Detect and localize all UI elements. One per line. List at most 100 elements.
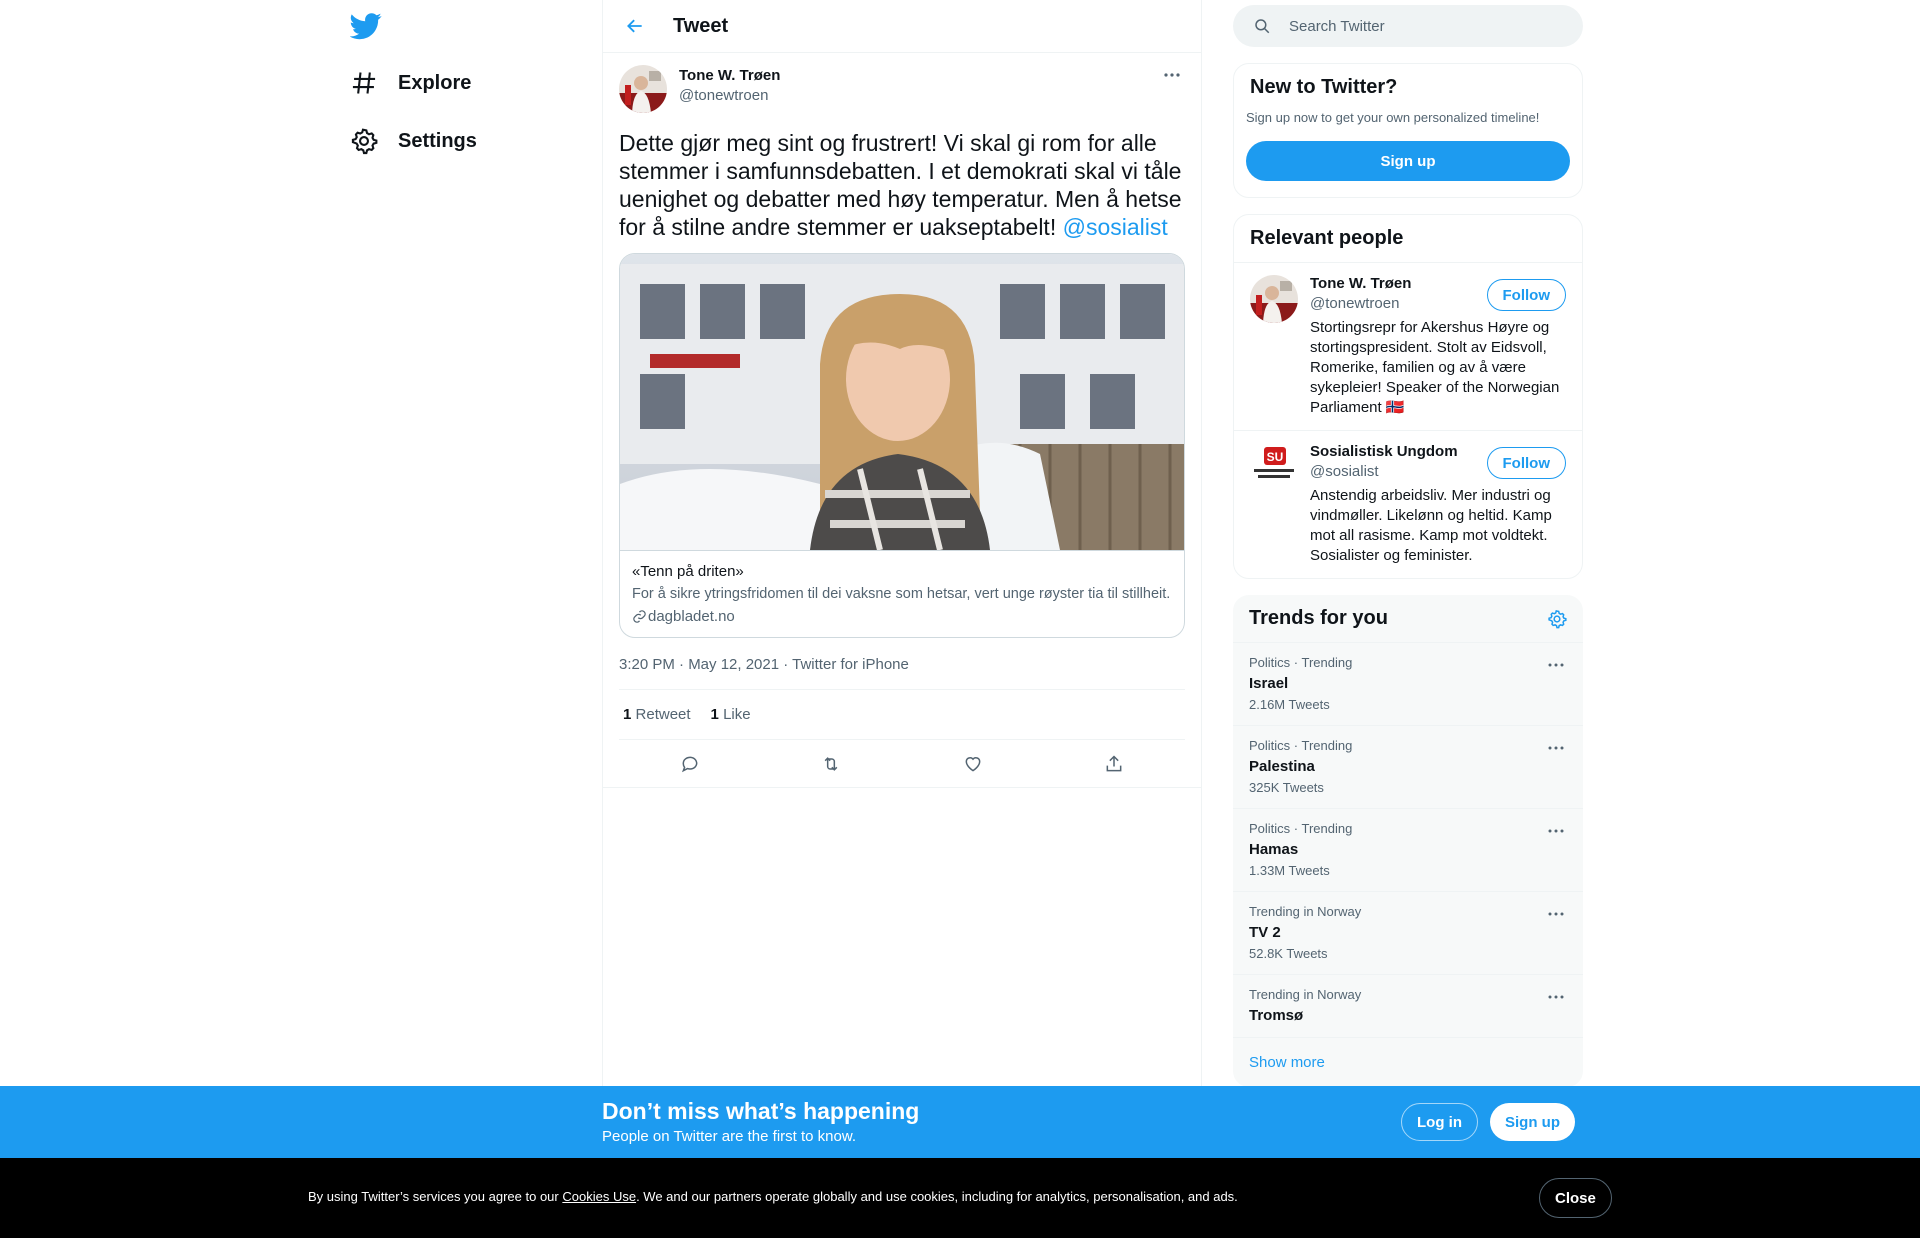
back-button[interactable] (617, 8, 653, 44)
banner-title: Don’t miss what’s happening (602, 1098, 920, 1124)
link-icon (633, 610, 646, 623)
share-icon (1106, 754, 1122, 771)
follow-button[interactable]: Follow (1486, 279, 1566, 311)
trend-context: Politics · Trending (1249, 738, 1353, 753)
right-sidebar: New to Twitter? Sign up now to get your … (1233, 0, 1583, 1087)
nav-settings-label: Settings (398, 129, 477, 152)
trends-panel: Trends for you Politics · Trending Israe… (1233, 595, 1583, 1087)
arrow-left-icon (627, 19, 642, 33)
new-to-twitter-title: New to Twitter? (1250, 76, 1398, 98)
cookie-prefix: By using Twitter’s services you agree to… (308, 1189, 563, 1204)
search-input[interactable] (1289, 17, 1549, 35)
tweet-more-button[interactable] (1159, 65, 1185, 85)
tweet-author: Tone W. Trøen @tonewtroen (619, 65, 1185, 113)
show-more-link[interactable]: Show more (1233, 1038, 1583, 1087)
retweet-button[interactable] (813, 746, 849, 782)
login-button[interactable]: Log in (1401, 1103, 1478, 1141)
trend-context: Politics · Trending (1249, 821, 1353, 836)
trend-more-button[interactable] (1545, 655, 1567, 675)
gear-icon[interactable] (1547, 609, 1567, 629)
cookie-banner: By using Twitter’s services you agree to… (0, 1158, 1920, 1238)
trend-item[interactable]: Politics · Trending Hamas 1.33M Tweets (1233, 809, 1583, 892)
likes-stat[interactable]: 1 Like (711, 706, 751, 723)
cookies-use-link[interactable]: Cookies Use (562, 1189, 636, 1204)
gear-icon (351, 128, 378, 155)
trend-more-button[interactable] (1545, 738, 1567, 758)
retweet-icon (824, 756, 838, 771)
follow-button[interactable]: Follow (1486, 447, 1566, 479)
trend-item[interactable]: Trending in Norway Tromsø (1233, 975, 1583, 1038)
retweet-count: 1 (623, 706, 632, 723)
trend-name: Hamas (1249, 841, 1299, 858)
nav-settings[interactable]: Settings (342, 116, 485, 166)
more-dots-icon (1548, 995, 1564, 999)
more-dots-icon (1164, 73, 1180, 77)
trend-more-button[interactable] (1545, 987, 1567, 1007)
card-title: «Tenn på driten» (632, 563, 744, 580)
cookie-text: By using Twitter’s services you agree to… (308, 1189, 1238, 1204)
trend-name: Tromsø (1249, 1007, 1304, 1024)
signup-button[interactable]: Sign up (1490, 1103, 1575, 1141)
more-dots-icon (1548, 746, 1564, 750)
card-description: For å sikre ytringsfridomen til dei vaks… (632, 586, 1171, 602)
author-handle[interactable]: @tonewtroen (679, 87, 780, 104)
reply-button[interactable] (672, 746, 708, 782)
trend-count: 52.8K Tweets (1249, 946, 1328, 961)
tweet-timestamp[interactable]: 3:20 PM · May 12, 2021 · Twitter for iPh… (619, 656, 1185, 690)
nav-explore[interactable]: Explore (342, 58, 479, 108)
link-card[interactable]: «Tenn på driten» For å sikre ytringsfrid… (619, 253, 1185, 638)
nav-explore-label: Explore (398, 71, 472, 94)
retweets-stat[interactable]: 1 Retweet (623, 706, 691, 723)
trend-more-button[interactable] (1545, 821, 1567, 841)
mention-link[interactable]: @sosialist (1063, 214, 1168, 240)
like-button[interactable] (955, 746, 991, 782)
new-to-twitter-panel: New to Twitter? Sign up now to get your … (1233, 63, 1583, 198)
person-bio: Stortingsrepr for Akershus Høyre og stor… (1310, 319, 1560, 416)
trend-context: Politics · Trending (1249, 655, 1353, 670)
author-avatar[interactable] (619, 65, 667, 113)
tweet-header: Tweet (603, 0, 1201, 53)
cookie-close-button[interactable]: Close (1539, 1178, 1612, 1218)
sidebar-signup-button[interactable]: Sign up (1246, 141, 1570, 181)
tweet-text: Dette gjør meg sint og frustrert! Vi ska… (619, 129, 1185, 241)
person-card[interactable]: SU Sosialistisk Ungdom @sosialist Ansten… (1234, 430, 1582, 578)
search-box[interactable] (1233, 5, 1583, 47)
trend-more-button[interactable] (1545, 904, 1567, 924)
main-column: Tweet Tone W. Trøen @tonewtroen Dette gj… (602, 0, 1202, 1238)
person-bio: Anstendig arbeidsliv. Mer industri og vi… (1310, 487, 1552, 564)
person-avatar[interactable]: SU (1250, 443, 1298, 491)
relevant-people-title: Relevant people (1250, 227, 1404, 249)
search-icon (1255, 19, 1270, 34)
tweet-stats: 1 Retweet 1 Like (619, 690, 1185, 740)
trend-item[interactable]: Politics · Trending Palestina 325K Tweet… (1233, 726, 1583, 809)
new-to-twitter-subtitle: Sign up now to get your own personalized… (1246, 110, 1540, 125)
share-button[interactable] (1096, 746, 1132, 782)
trend-context: Trending in Norway (1249, 904, 1362, 919)
more-dots-icon (1548, 912, 1564, 916)
person-avatar[interactable] (1250, 275, 1298, 323)
retweet-label: Retweet (635, 706, 691, 723)
trend-count: 1.33M Tweets (1249, 863, 1330, 878)
trends-title: Trends for you (1249, 607, 1388, 629)
trend-item[interactable]: Politics · Trending Israel 2.16M Tweets (1233, 643, 1583, 726)
signup-banner: Don’t miss what’s happening People on Tw… (0, 1086, 1920, 1158)
card-image (620, 254, 1184, 550)
trend-name: Israel (1249, 675, 1289, 692)
trend-context: Trending in Norway (1249, 987, 1362, 1002)
cookie-suffix: . We and our partners operate globally a… (636, 1189, 1238, 1204)
svg-text:SU: SU (1267, 450, 1284, 464)
relevant-people-panel: Relevant people Tone W. Trøen @tonewtroe… (1233, 214, 1583, 579)
trend-item[interactable]: Trending in Norway TV 2 52.8K Tweets (1233, 892, 1583, 975)
trend-name: Palestina (1249, 758, 1315, 775)
trend-count: 2.16M Tweets (1249, 697, 1330, 712)
twitter-bird-icon[interactable] (350, 10, 382, 42)
card-body: «Tenn på driten» For å sikre ytringsfrid… (620, 550, 1184, 637)
trend-count: 325K Tweets (1249, 780, 1324, 795)
person-card[interactable]: Tone W. Trøen @tonewtroen Stortingsrepr … (1234, 262, 1582, 430)
like-label: Like (723, 706, 751, 723)
more-dots-icon (1548, 829, 1564, 833)
tweet: Tone W. Trøen @tonewtroen Dette gjør meg… (603, 53, 1201, 788)
author-name[interactable]: Tone W. Trøen (679, 67, 780, 84)
trend-name: TV 2 (1249, 924, 1281, 941)
more-dots-icon (1548, 663, 1564, 667)
